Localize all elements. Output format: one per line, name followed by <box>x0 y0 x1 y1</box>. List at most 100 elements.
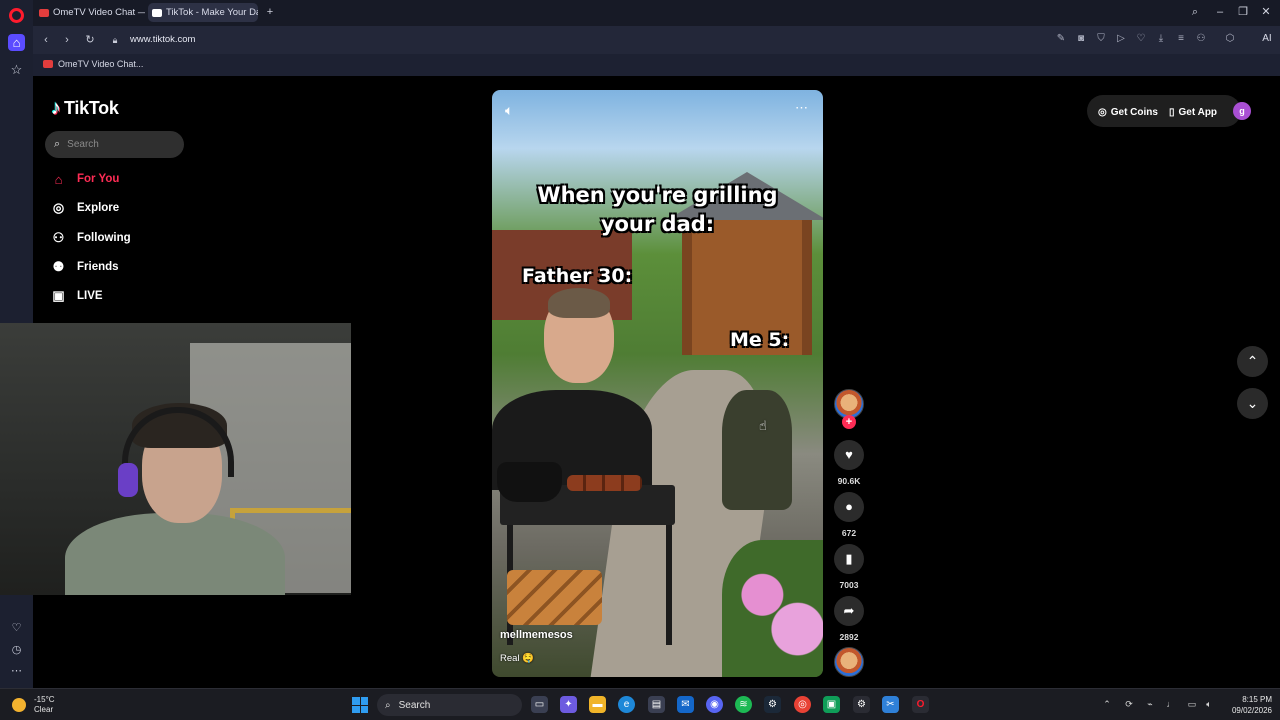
video-child <box>722 390 792 510</box>
heart-icon[interactable]: ♡ <box>8 621 25 635</box>
next-video-button[interactable]: ⌄ <box>1237 388 1268 419</box>
download-icon[interactable]: ⤓ <box>1155 33 1167 45</box>
friends-icon: ⚉ <box>52 259 65 274</box>
tray-network-icon[interactable]: ⌁ <box>1144 698 1156 710</box>
hand-cursor-icon: ☝︎ <box>759 418 767 433</box>
steam-icon[interactable]: ⚙ <box>764 696 781 713</box>
search-tabs-icon[interactable]: ⌕ <box>1188 5 1202 19</box>
user-follow-icon: ⚇ <box>52 230 65 245</box>
shield-icon[interactable]: ⛉ <box>1095 33 1107 45</box>
tray-mic-icon[interactable]: ♩ <box>1165 698 1177 710</box>
file-explorer-icon[interactable]: ▬ <box>589 696 606 713</box>
search-box[interactable]: ⌕ <box>45 131 184 158</box>
tiktok-logo[interactable]: ♪ TikTok <box>51 97 119 120</box>
like-button[interactable]: ♥ <box>834 440 864 470</box>
opera-taskbar-icon[interactable]: O <box>912 696 929 713</box>
video-logs <box>507 570 602 625</box>
compass-icon: ◎ <box>52 200 65 215</box>
comment-button[interactable]: ● <box>834 492 864 522</box>
bookmark-ometv[interactable]: OmeTV Video Chat... <box>43 59 143 69</box>
profile-avatar[interactable]: g <box>1233 102 1251 120</box>
task-view-icon[interactable]: ▭ <box>531 696 548 713</box>
coin-icon: ◎ <box>1098 106 1107 118</box>
search-input[interactable] <box>67 139 168 150</box>
bookmark-label: OmeTV Video Chat... <box>58 59 144 69</box>
heart-outline-icon[interactable]: ♡ <box>1135 33 1147 45</box>
url-field[interactable]: www.tiktok.com <box>130 34 195 45</box>
taskbar-search-label: Search <box>398 699 431 711</box>
windows-start-icon[interactable] <box>352 697 368 713</box>
home-icon[interactable]: ⌂ <box>8 34 25 51</box>
nav-friends[interactable]: ⚉ Friends <box>50 256 119 278</box>
opera-logo-icon[interactable] <box>9 8 24 23</box>
more-icon[interactable]: ⋯ <box>8 664 25 678</box>
follow-plus-icon[interactable]: + <box>842 415 856 429</box>
more-options-icon[interactable]: ⋯ <box>795 100 809 116</box>
bookmark-button[interactable]: ▮ <box>834 544 864 574</box>
tab-tiktok[interactable]: TikTok - Make Your Da <box>148 3 258 22</box>
forward-icon[interactable]: › <box>60 33 74 47</box>
reload-icon[interactable]: ↻ <box>83 33 97 47</box>
tab-strip: OmeTV Video Chat — Or TikTok - Make Your… <box>33 0 1280 26</box>
video-author[interactable]: mellmemesos <box>500 629 573 641</box>
copilot-icon[interactable]: ✦ <box>560 696 577 713</box>
tab-ometv[interactable]: OmeTV Video Chat — Or <box>35 3 145 22</box>
new-tab-button[interactable]: + <box>263 5 277 19</box>
clock-time: 8:15 PM <box>1242 695 1272 704</box>
nav-label: Explore <box>77 202 120 214</box>
history-icon[interactable]: ◷ <box>8 643 25 657</box>
store-icon[interactable]: ▤ <box>648 696 665 713</box>
nav-live[interactable]: ▣ LIVE <box>50 285 102 307</box>
tray-chevron-icon[interactable]: ⌃ <box>1101 698 1113 710</box>
sound-disc[interactable] <box>834 647 864 677</box>
volume-icon[interactable]: 🔈︎ <box>505 102 513 119</box>
tiktok-wordmark: TikTok <box>64 98 119 118</box>
back-icon[interactable]: ‹ <box>39 33 53 47</box>
lock-icon: 🔒︎ <box>112 35 118 45</box>
nav-for-you[interactable]: ⌂ For You <box>50 168 120 190</box>
share-button[interactable]: ➦ <box>834 596 864 626</box>
video-sausages <box>567 475 642 491</box>
app-green-icon[interactable]: ▣ <box>823 696 840 713</box>
video-flowers <box>722 540 823 677</box>
windows-taskbar: -15°C Clear ⌕ Search ▭ ✦ ▬ e ▤ ✉ ◉ ≋ ⚙ ◎… <box>0 688 1280 720</box>
video-caption-line2: your dad: <box>600 212 715 236</box>
discord-icon[interactable]: ◉ <box>706 696 723 713</box>
video-pot <box>497 462 562 502</box>
restore-button[interactable]: ❐ <box>1236 5 1250 19</box>
weather-widget[interactable]: -15°C Clear <box>12 695 55 715</box>
menu-icon[interactable]: ≡ <box>1175 33 1187 45</box>
edge-icon[interactable]: e <box>618 696 635 713</box>
profile-icon[interactable]: ⚇ <box>1195 33 1207 45</box>
mail-icon[interactable]: ✉ <box>677 696 694 713</box>
snipping-tool-icon[interactable]: ✂ <box>882 696 899 713</box>
bookmarks-bar: OmeTV Video Chat... <box>33 54 1280 76</box>
play-icon[interactable]: ▷ <box>1115 33 1127 45</box>
star-icon[interactable]: ☆ <box>8 61 25 78</box>
tray-sync-icon[interactable]: ⟳ <box>1123 698 1135 710</box>
tray-volume-icon[interactable]: 🔈︎ <box>1203 698 1215 710</box>
video-player[interactable]: When you're grilling your dad: Father 30… <box>492 90 823 677</box>
settings-icon[interactable]: ⚙ <box>853 696 870 713</box>
moon-icon <box>12 698 26 712</box>
webcam-person-body <box>65 513 285 595</box>
chrome-icon[interactable]: ◎ <box>794 696 811 713</box>
address-bar: ‹ › ↻ 🔒︎ www.tiktok.com ✎ ◙ ⛉ ▷ ♡ ⤓ ≡ ⚇ … <box>33 26 1280 54</box>
ometv-favicon-icon <box>43 60 53 68</box>
spotify-icon[interactable]: ≋ <box>735 696 752 713</box>
ai-button[interactable]: AI <box>1255 33 1279 45</box>
edit-icon[interactable]: ✎ <box>1055 33 1067 45</box>
nav-following[interactable]: ⚇ Following <box>50 227 131 249</box>
taskbar-search[interactable]: ⌕ Search <box>377 694 522 716</box>
get-app-label: Get App <box>1178 106 1218 118</box>
minimize-button[interactable]: – <box>1213 5 1227 19</box>
extensions-icon[interactable]: ⬡ <box>1224 33 1236 45</box>
nav-explore[interactable]: ◎ Explore <box>50 197 119 219</box>
camera-icon[interactable]: ◙ <box>1075 33 1087 45</box>
tray-display-icon[interactable]: ▭ <box>1186 698 1198 710</box>
previous-video-button[interactable]: ⌃ <box>1237 346 1268 377</box>
taskbar-clock[interactable]: 8:15 PM 09/02/2026 <box>1222 694 1272 716</box>
get-coins-button[interactable]: ◎ Get Coins <box>1098 102 1158 122</box>
get-app-button[interactable]: ▯ Get App <box>1169 102 1217 122</box>
close-window-button[interactable]: ✕ <box>1259 5 1273 19</box>
